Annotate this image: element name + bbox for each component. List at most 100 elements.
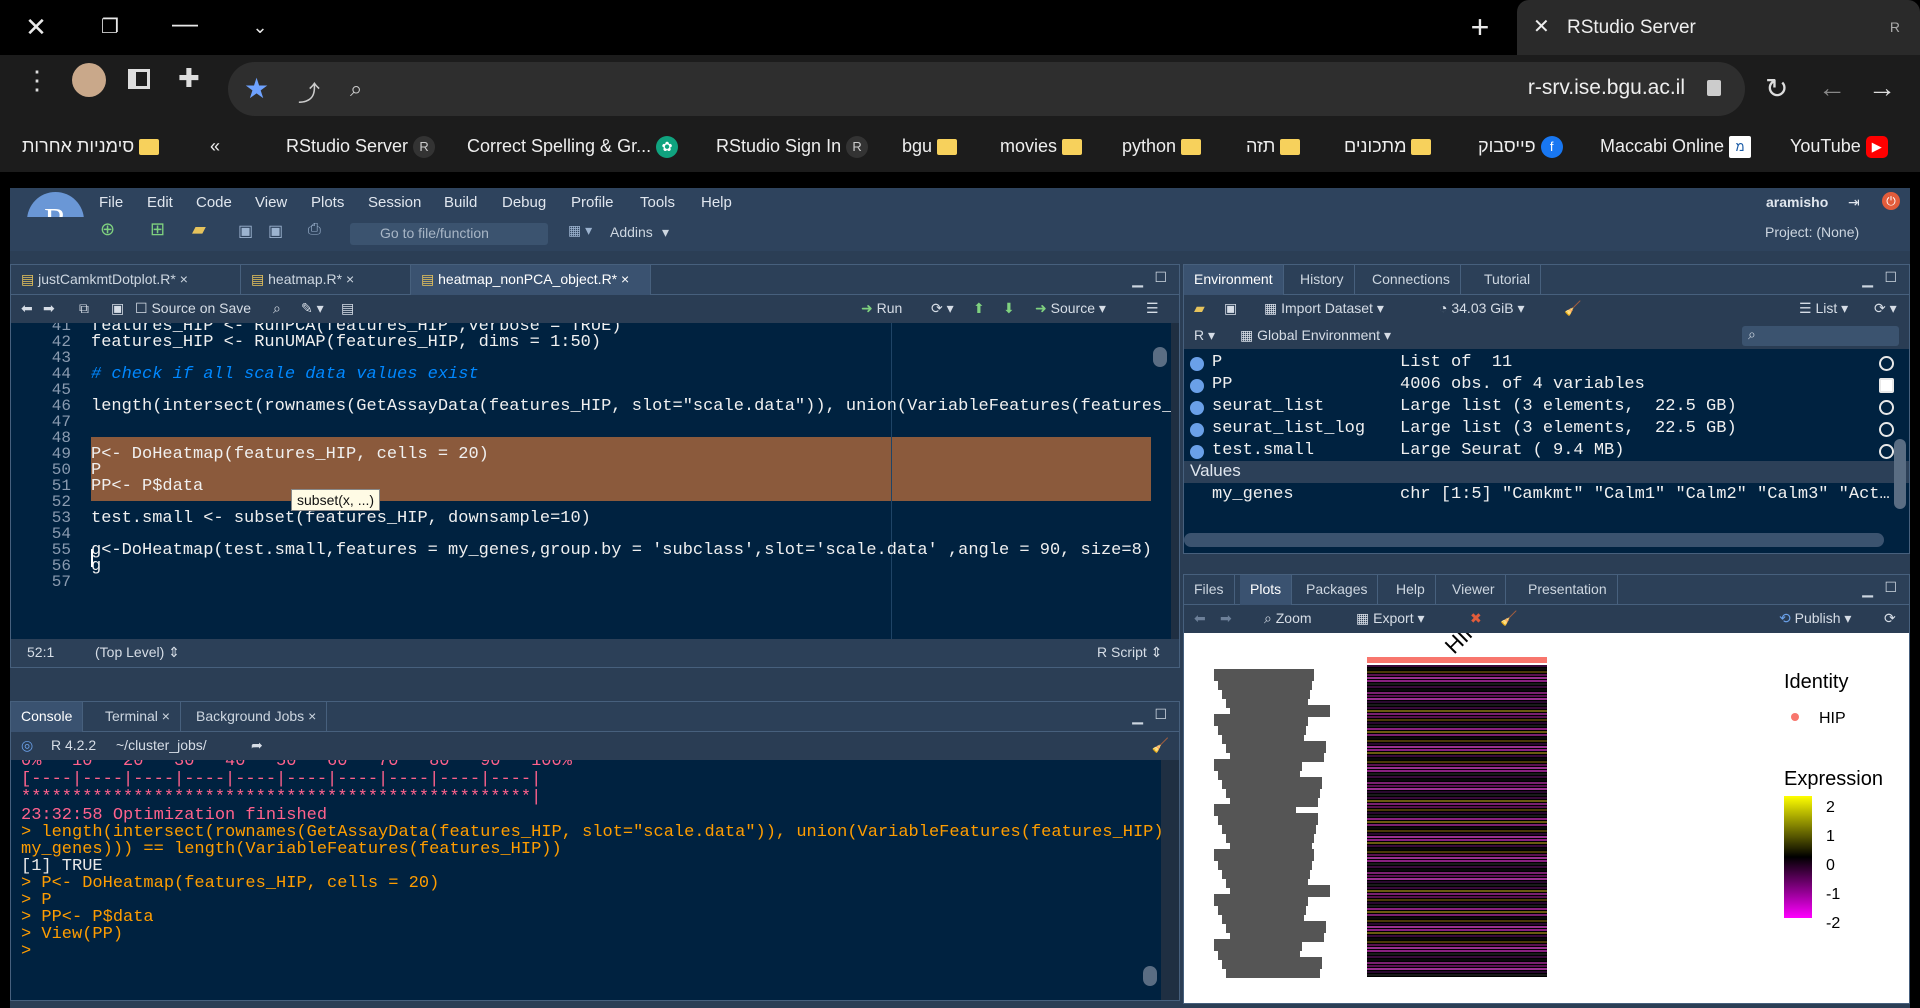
up-arrow-icon[interactable]: ⬆ [973,300,985,317]
tab-connections[interactable]: Connections [1362,265,1461,295]
expand-icon[interactable] [1190,357,1204,371]
menu-dots-icon[interactable]: ⋮ [24,63,50,97]
menu-code[interactable]: Code [196,194,232,211]
save-icon[interactable]: ▣ [1224,300,1237,317]
environment-row[interactable]: test.small Large Seurat ( 9.4 MB) [1184,441,1904,463]
lock-icon[interactable] [1707,80,1721,96]
language-selector[interactable]: R ▾ [1194,327,1215,344]
remove-plot-icon[interactable]: ✖ [1470,610,1482,627]
load-workspace-icon[interactable]: ▰ [1194,300,1205,317]
search-icon[interactable] [1879,356,1894,371]
scope-selector[interactable]: ▦ Global Environment ▾ [1240,327,1391,344]
menu-session[interactable]: Session [368,194,421,211]
minimize-pane-icon[interactable]: ▁ [1132,708,1143,725]
new-file-icon[interactable]: ⊕ [100,219,115,240]
avatar[interactable] [72,63,106,97]
bookmark-thesis[interactable]: תזה [1246,134,1301,158]
bookmark-rstudio-server[interactable]: RStudio Server R [286,134,436,159]
tab-packages[interactable]: Packages [1296,575,1379,605]
minimize-window-icon[interactable]: — [155,0,215,51]
wand-icon[interactable]: ✎ ▾ [301,300,324,317]
save-all-icon[interactable]: ▣ [268,221,283,241]
bookmark-facebook[interactable]: פייסבוק f [1478,134,1563,159]
bookmark-overflow[interactable]: « [210,134,220,158]
close-icon[interactable]: × [621,271,629,287]
filetype-selector[interactable]: R Script ⇕ [1097,644,1162,661]
menu-profile[interactable]: Profile [571,194,614,211]
horizontal-scrollbar[interactable] [1184,533,1884,547]
forward-icon[interactable]: ➡ [1220,610,1232,627]
tab-editor-file-active[interactable]: ▤ heatmap_nonPCA_object.R* × [411,265,651,295]
tab-environment[interactable]: Environment [1184,265,1284,295]
clear-console-icon[interactable]: 🧹 [1152,737,1169,754]
show-in-window-icon[interactable]: ⧉ [79,300,89,317]
chevron-down-icon[interactable]: ⌄ [230,0,290,55]
tab-editor-file[interactable]: ▤ justCamkmtDotplot.R* × [11,265,241,295]
signout-icon[interactable]: ⇥ [1848,194,1860,211]
menu-file[interactable]: File [99,194,123,211]
environment-row[interactable]: seurat_list_log Large list (3 elements, 2… [1184,419,1904,441]
forward-icon[interactable]: → [1868,72,1896,104]
close-window-icon[interactable]: ✕ [6,0,66,55]
close-icon[interactable]: × [308,708,316,724]
menu-view[interactable]: View [255,194,287,211]
close-icon[interactable]: × [162,708,170,724]
value-row[interactable]: my_genes chr [1:5] "Camkmt" "Calm1" "Calm… [1184,485,1904,507]
address-bar[interactable]: ★ ⤴ ⌕ r-srv.ise.bgu.ac.il [228,62,1745,116]
url-text[interactable]: r-srv.ise.bgu.ac.il [1528,76,1685,100]
bookmark-other[interactable]: סימניות אחרות [22,134,160,158]
chevron-down-icon[interactable]: ▾ [662,224,669,241]
compile-report-icon[interactable]: ▤ [341,300,354,317]
menu-build[interactable]: Build [444,194,477,211]
working-directory[interactable]: ~/cluster_jobs/ [116,737,207,753]
power-icon[interactable]: ⏻ [1882,192,1900,210]
reload-icon[interactable]: ↻ [1765,72,1788,105]
bookmark-maccabi[interactable]: Maccabi Online מ [1600,134,1752,159]
export-button[interactable]: ▦ Export ▾ [1356,610,1425,627]
close-icon[interactable]: × [180,271,188,287]
browser-tab[interactable]: ✕ RStudio Server R [1517,0,1920,55]
scope-selector[interactable]: (Top Level) ⇕ [95,644,180,661]
forward-icon[interactable]: ➡ [43,300,55,317]
minimize-pane-icon[interactable]: ▁ [1132,271,1143,288]
close-icon[interactable]: × [346,271,354,287]
back-icon[interactable]: ⬅ [21,300,33,317]
memory-usage[interactable]: ◔ 34.03 GiB ▾ [1439,300,1525,317]
menu-debug[interactable]: Debug [502,194,546,211]
source-on-save-checkbox[interactable]: ☐ Source on Save [135,300,251,317]
goto-file-input[interactable]: Go to file/function [350,223,548,245]
save-icon[interactable]: ▣ [111,300,124,317]
back-icon[interactable]: ← [1818,72,1846,104]
addins-menu[interactable]: Addins [610,224,653,240]
search-icon[interactable] [1879,444,1894,459]
bookmark-python[interactable]: python [1122,134,1202,158]
back-icon[interactable]: ⬅ [1194,610,1206,627]
new-tab-icon[interactable]: + [1450,0,1510,55]
tab-background-jobs[interactable]: Background Jobs × [186,702,328,732]
restore-window-icon[interactable]: ❐ [80,0,140,55]
menu-plots[interactable]: Plots [311,194,344,211]
bookmark-recipes[interactable]: מתכונים [1344,134,1432,158]
print-icon[interactable]: ⎙ [308,221,321,239]
grid-layout-icon[interactable]: ▦ ▾ [568,222,592,239]
open-file-icon[interactable]: ▰ [192,219,206,240]
tab-viewer[interactable]: Viewer [1442,575,1506,605]
new-project-icon[interactable]: ⊞ [150,219,165,240]
tab-plots[interactable]: Plots [1240,575,1293,605]
share-icon[interactable]: ⤴ [298,76,320,108]
expand-icon[interactable] [1190,379,1204,393]
expand-icon[interactable] [1190,423,1204,437]
minimize-pane-icon[interactable]: ▁ [1862,271,1873,288]
menu-edit[interactable]: Edit [147,194,173,211]
console-output[interactable]: 0% 10 20 30 40 50 60 70 80 90 100% [----… [11,760,1161,1000]
tab-tutorial[interactable]: Tutorial [1474,265,1542,295]
bookmark-rstudio-signin[interactable]: RStudio Sign In R [716,134,869,159]
sidepanel-icon[interactable] [128,69,150,89]
environment-row[interactable]: P List of 11 [1184,353,1904,375]
bookmark-bgu[interactable]: bgu [902,134,958,158]
environment-search-input[interactable]: ⌕ [1742,326,1899,346]
minimize-pane-icon[interactable]: ▁ [1862,581,1873,598]
table-view-icon[interactable] [1879,378,1894,393]
project-menu[interactable]: Project: (None) [1765,224,1859,240]
search-icon[interactable]: ⌕ [350,76,362,102]
